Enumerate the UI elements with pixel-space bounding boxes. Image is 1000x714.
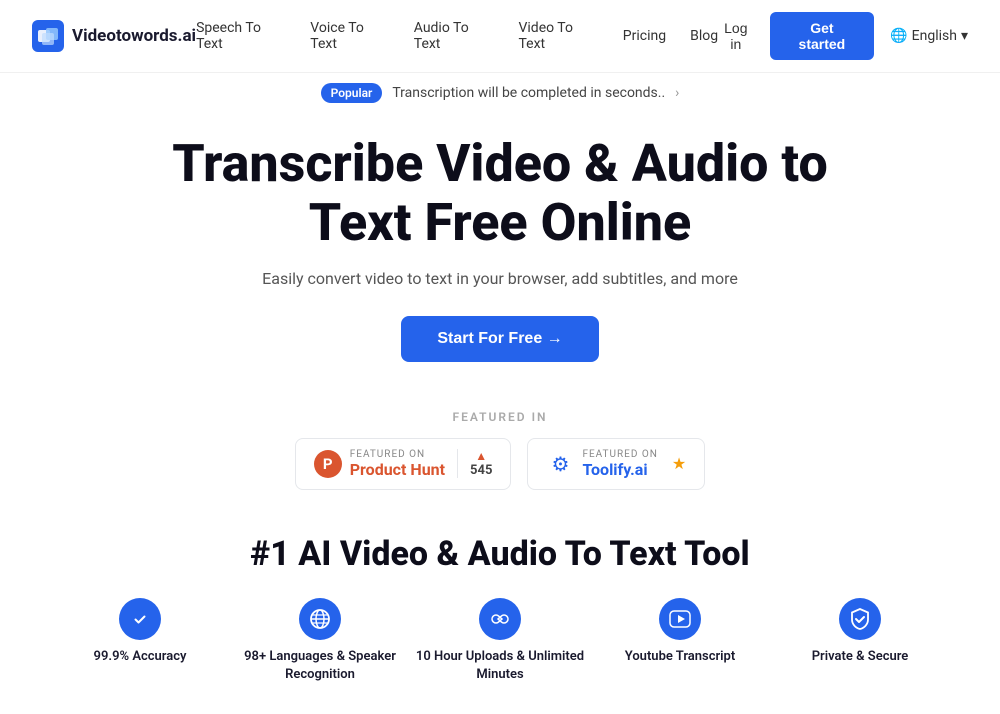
product-hunt-icon: P bbox=[314, 450, 342, 478]
logo-text: Videotowords.ai bbox=[72, 26, 196, 46]
nav-video-to-text[interactable]: Video To Text bbox=[518, 20, 598, 52]
featured-label: FEATURED IN bbox=[20, 410, 980, 424]
ph-vote-count: 545 bbox=[470, 463, 492, 478]
uploads-label: 10 Hour Uploads & Unlimited Minutes bbox=[410, 648, 590, 684]
toolify-featured-on: FEATURED ON bbox=[582, 449, 657, 460]
nav-audio-to-text[interactable]: Audio To Text bbox=[414, 20, 495, 52]
featured-section: FEATURED IN P FEATURED ON Product Hunt ▲… bbox=[0, 394, 1000, 514]
nav-speech-to-text[interactable]: Speech To Text bbox=[196, 20, 286, 52]
secure-label: Private & Secure bbox=[812, 648, 909, 666]
globe-lang-icon: 🌐 bbox=[890, 28, 907, 44]
featured-badges: P FEATURED ON Product Hunt ▲ 545 ⚙ FEATU… bbox=[20, 438, 980, 490]
logo[interactable]: Videotowords.ai bbox=[32, 20, 196, 52]
language-selector[interactable]: 🌐 English ▾ bbox=[890, 28, 968, 44]
start-for-free-button[interactable]: Start For Free → bbox=[401, 316, 598, 362]
hero-subtitle: Easily convert video to text in your bro… bbox=[20, 269, 980, 288]
ph-featured-on: FEATURED ON bbox=[350, 449, 425, 460]
product-hunt-badge[interactable]: P FEATURED ON Product Hunt ▲ 545 bbox=[295, 438, 512, 490]
product-hunt-text: FEATURED ON Product Hunt bbox=[350, 449, 445, 479]
languages-label: 98+ Languages & Speaker Recognition bbox=[230, 648, 410, 684]
nav-right: Log in Get started 🌐 English ▾ bbox=[718, 12, 968, 60]
popular-badge: Popular bbox=[321, 83, 383, 103]
chevron-down-icon: ▾ bbox=[961, 28, 968, 44]
youtube-label: Youtube Transcript bbox=[625, 648, 735, 666]
navbar: Videotowords.ai Speech To Text Voice To … bbox=[0, 0, 1000, 73]
toolify-star-icon: ★ bbox=[672, 454, 686, 473]
announcement-text: Transcription will be completed in secon… bbox=[392, 85, 665, 101]
nav-blog[interactable]: Blog bbox=[690, 28, 718, 44]
login-button[interactable]: Log in bbox=[718, 20, 753, 52]
nav-pricing[interactable]: Pricing bbox=[623, 28, 666, 44]
hero-title: Transcribe Video & Audio to Text Free On… bbox=[150, 135, 850, 253]
toolify-icon: ⚙ bbox=[546, 450, 574, 478]
infinity-icon bbox=[479, 598, 521, 640]
globe-icon bbox=[299, 598, 341, 640]
accuracy-label: 99.9% Accuracy bbox=[94, 648, 187, 666]
ph-votes: ▲ 545 bbox=[457, 449, 492, 478]
youtube-icon bbox=[659, 598, 701, 640]
logo-icon bbox=[32, 20, 64, 52]
hero-section: Transcribe Video & Audio to Text Free On… bbox=[0, 107, 1000, 394]
announcement-bar: Popular Transcription will be completed … bbox=[0, 73, 1000, 107]
shield-icon bbox=[839, 598, 881, 640]
accuracy-icon bbox=[119, 598, 161, 640]
feature-secure: Private & Secure bbox=[770, 598, 950, 684]
feature-accuracy: 99.9% Accuracy bbox=[50, 598, 230, 684]
nav-voice-to-text[interactable]: Voice To Text bbox=[310, 20, 389, 52]
toolify-badge[interactable]: ⚙ FEATURED ON Toolify.ai ★ bbox=[527, 438, 705, 490]
toolify-text: FEATURED ON Toolify.ai bbox=[582, 449, 657, 479]
ph-name: Product Hunt bbox=[350, 460, 445, 479]
get-started-button[interactable]: Get started bbox=[770, 12, 875, 60]
toolify-name: Toolify.ai bbox=[582, 460, 647, 479]
feature-languages: 98+ Languages & Speaker Recognition bbox=[230, 598, 410, 684]
language-label: English bbox=[912, 28, 957, 44]
features-row: 99.9% Accuracy 98+ Languages & Speaker R… bbox=[0, 598, 1000, 714]
nav-links: Speech To Text Voice To Text Audio To Te… bbox=[196, 20, 718, 52]
feature-uploads: 10 Hour Uploads & Unlimited Minutes bbox=[410, 598, 590, 684]
upvote-icon: ▲ bbox=[475, 449, 487, 463]
announcement-arrow-icon: › bbox=[675, 85, 679, 101]
ai-section-title: #1 AI Video & Audio To Text Tool bbox=[0, 514, 1000, 598]
feature-youtube: Youtube Transcript bbox=[590, 598, 770, 684]
